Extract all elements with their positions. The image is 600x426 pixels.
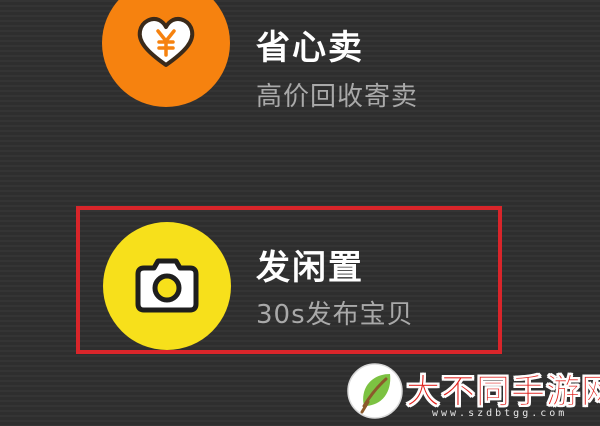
sell-title: 省心卖: [256, 28, 364, 68]
sell-icon-circle: [102, 0, 230, 107]
heart-yen-icon: [137, 17, 195, 67]
leaf-logo-icon: [347, 363, 403, 419]
watermark-title: 大不同手游网: [406, 372, 600, 413]
sell-subtitle: 高价回收寄卖: [256, 82, 419, 112]
watermark: 大不同手游网 www.szdbtgg.com: [346, 362, 600, 424]
menu-item-sell[interactable]: 省心卖 高价回收寄卖: [0, 0, 600, 150]
watermark-url: www.szdbtgg.com: [432, 408, 568, 419]
highlight-box: [76, 206, 502, 354]
